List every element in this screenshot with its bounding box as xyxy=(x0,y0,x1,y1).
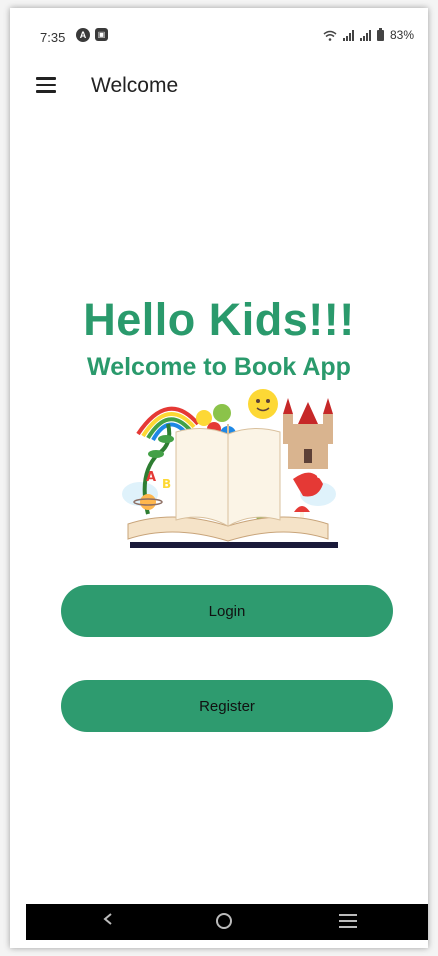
status-bar: 7:35 A ▣ 83% xyxy=(10,8,428,52)
circle-a-icon: A xyxy=(76,28,90,42)
login-button[interactable]: Login xyxy=(61,585,393,637)
back-icon[interactable] xyxy=(102,913,114,925)
battery-percent: 83% xyxy=(389,28,414,42)
hamburger-menu-icon[interactable] xyxy=(36,77,56,93)
home-icon[interactable] xyxy=(216,913,232,929)
hero-subheading: Welcome to Book App xyxy=(87,353,351,381)
phone-screen: 7:35 A ▣ 83% Welcome Hello Kids!!! Welco… xyxy=(10,8,428,948)
image-notification-icon: ▣ xyxy=(95,28,108,41)
signal-icon xyxy=(342,29,354,41)
system-nav-bar xyxy=(26,904,428,940)
wifi-icon xyxy=(323,30,337,41)
open-storybook-illustration: A B C xyxy=(122,389,338,548)
battery-icon xyxy=(376,27,384,41)
hero-heading: Hello Kids!!! xyxy=(83,294,355,345)
page-title: Welcome xyxy=(91,74,179,97)
svg-text:B: B xyxy=(162,477,171,491)
recents-icon[interactable] xyxy=(339,914,357,932)
notification-icons: A ▣ xyxy=(76,28,108,42)
signal-icon xyxy=(359,29,371,41)
app-bar: Welcome xyxy=(10,66,428,106)
status-time: 7:35 xyxy=(40,30,66,45)
svg-text:A: A xyxy=(146,470,156,485)
register-button[interactable]: Register xyxy=(61,680,393,732)
status-right: 83% xyxy=(323,27,414,42)
